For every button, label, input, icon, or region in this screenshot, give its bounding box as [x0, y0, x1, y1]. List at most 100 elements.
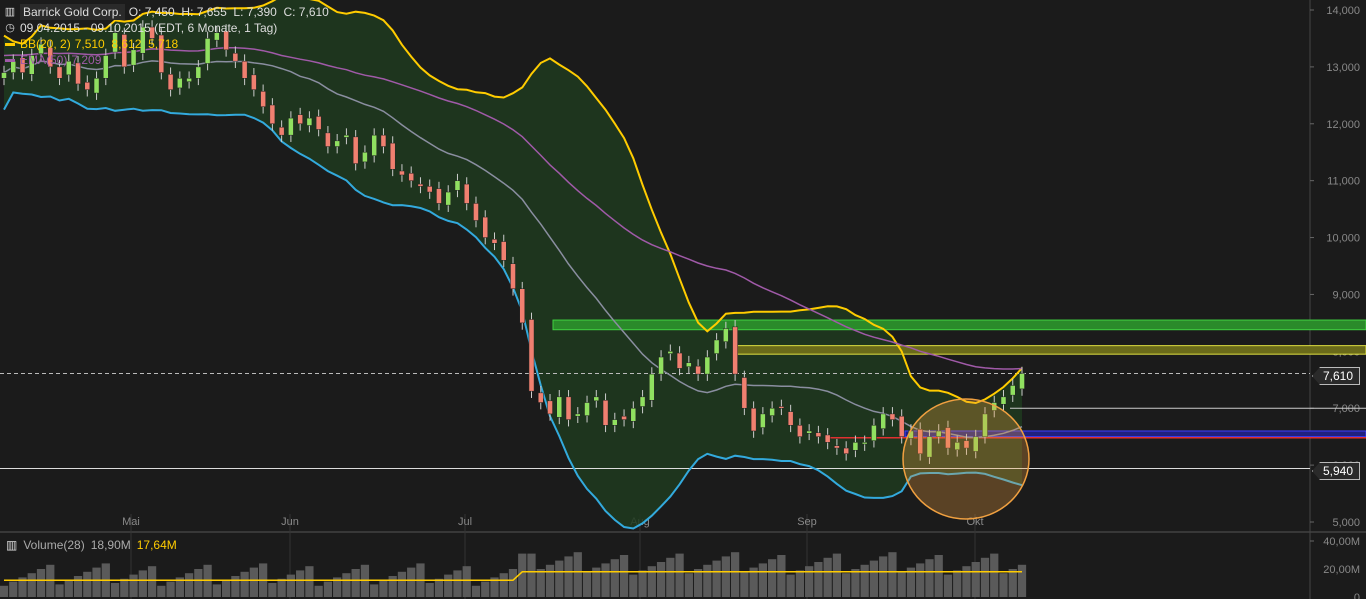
candle-body [594, 397, 599, 401]
level-price-badge: 5,940 [1312, 462, 1360, 480]
candle-body [807, 431, 812, 433]
volume-bar [888, 552, 896, 597]
volume-bar [120, 579, 128, 597]
date-range: 09.04.2015 - 09.10.2015 (EDT, 6 Monate, … [20, 20, 277, 36]
candle-body [261, 91, 266, 106]
volume-bar [722, 556, 730, 597]
candle-body [492, 239, 497, 243]
candle-body [575, 414, 580, 416]
volume-bar [787, 575, 795, 597]
candle-body [603, 400, 608, 425]
volume-tick-label: 40,00M [1323, 536, 1360, 548]
volume-bar [129, 575, 137, 597]
candle-body [659, 357, 664, 374]
volume-bar [916, 563, 924, 597]
candle-body [631, 408, 636, 421]
candle-body [325, 133, 330, 147]
volume-bar [509, 569, 517, 597]
volume-bar [851, 569, 859, 597]
candle-body [436, 189, 441, 204]
candle-body [85, 82, 90, 89]
volume-bar [74, 576, 82, 597]
volume-bar [37, 569, 45, 597]
candle-body [446, 192, 451, 205]
volume-bar [814, 562, 822, 597]
volume-bar [407, 568, 415, 597]
volume-bar [231, 576, 239, 597]
volume-bar [824, 558, 832, 597]
candle-body [529, 319, 534, 391]
candle-body [344, 135, 349, 137]
candle-body [890, 414, 895, 420]
volume-bar [194, 569, 202, 597]
price-chart[interactable]: 14,00013,00012,00011,00010,0009,0008,000… [0, 0, 1366, 599]
candle-body [714, 340, 719, 354]
volume-bar [527, 554, 535, 597]
volume-bar [777, 555, 785, 597]
y-tick-label: 5,000 [1332, 517, 1360, 529]
volume-bar [574, 552, 582, 597]
volume-bar [296, 570, 304, 597]
volume-bar [435, 579, 443, 597]
candle-body [825, 435, 830, 442]
volume-bar [55, 584, 63, 597]
volume-tick-label: 0 [1354, 592, 1360, 599]
volume-bar [546, 565, 554, 597]
volume-bar [426, 583, 434, 597]
volume-bars-icon: ▥ [6, 538, 17, 552]
candle-body [668, 351, 673, 353]
ema-label: EMA(50) [20, 52, 67, 68]
candle-body [455, 181, 460, 191]
candle-body [733, 327, 738, 374]
volume-bar [398, 572, 406, 597]
candle-body [251, 75, 256, 90]
chart-title: Barrick Gold Corp. [20, 4, 125, 20]
candle-body [270, 105, 275, 124]
volume-bar [389, 576, 397, 597]
candle-body [1001, 397, 1006, 404]
volume-bar [28, 573, 36, 597]
volume-bar [166, 582, 174, 597]
bb-values: 7,510 8,612 5,718 [75, 36, 178, 52]
volume-bar [537, 569, 545, 597]
volume-bar [472, 586, 480, 597]
volume-bar [92, 568, 100, 597]
volume-bar [324, 582, 332, 597]
volume-bar [185, 573, 193, 597]
volume-bar [666, 558, 674, 597]
candle-body [501, 242, 506, 261]
candle-body [788, 412, 793, 426]
candle-body [316, 116, 321, 129]
candle-body [677, 353, 682, 368]
volume-bar [481, 582, 489, 597]
volume-bar [111, 583, 119, 597]
volume-label: Volume(28) [23, 538, 84, 552]
volume-bar [796, 570, 804, 597]
volume-bar [157, 586, 165, 597]
bars-icon: ▥ [4, 4, 16, 20]
candle-body [427, 186, 432, 192]
candle-body [816, 433, 821, 437]
x-tick-label: Jul [458, 516, 472, 528]
candle-body [686, 363, 691, 367]
volume-bar [213, 584, 221, 597]
volume-bar [611, 559, 619, 597]
candle-body [770, 408, 775, 415]
volume-bar [9, 582, 17, 597]
volume-bar [833, 554, 841, 597]
candle-body [566, 397, 571, 420]
volume-bar [463, 566, 471, 597]
volume-bar [601, 563, 609, 597]
volume-bar [944, 575, 952, 597]
candle-body [1019, 374, 1024, 389]
volume-bar [768, 559, 776, 597]
candle-body [1010, 385, 1015, 395]
candle-body [557, 397, 562, 417]
volume-bar [629, 575, 637, 597]
volume-bar [675, 554, 683, 597]
volume-bar [0, 586, 8, 597]
candle-body [279, 127, 284, 135]
candle-body [94, 78, 99, 93]
candle-body [390, 143, 395, 169]
candle-body [483, 217, 488, 237]
